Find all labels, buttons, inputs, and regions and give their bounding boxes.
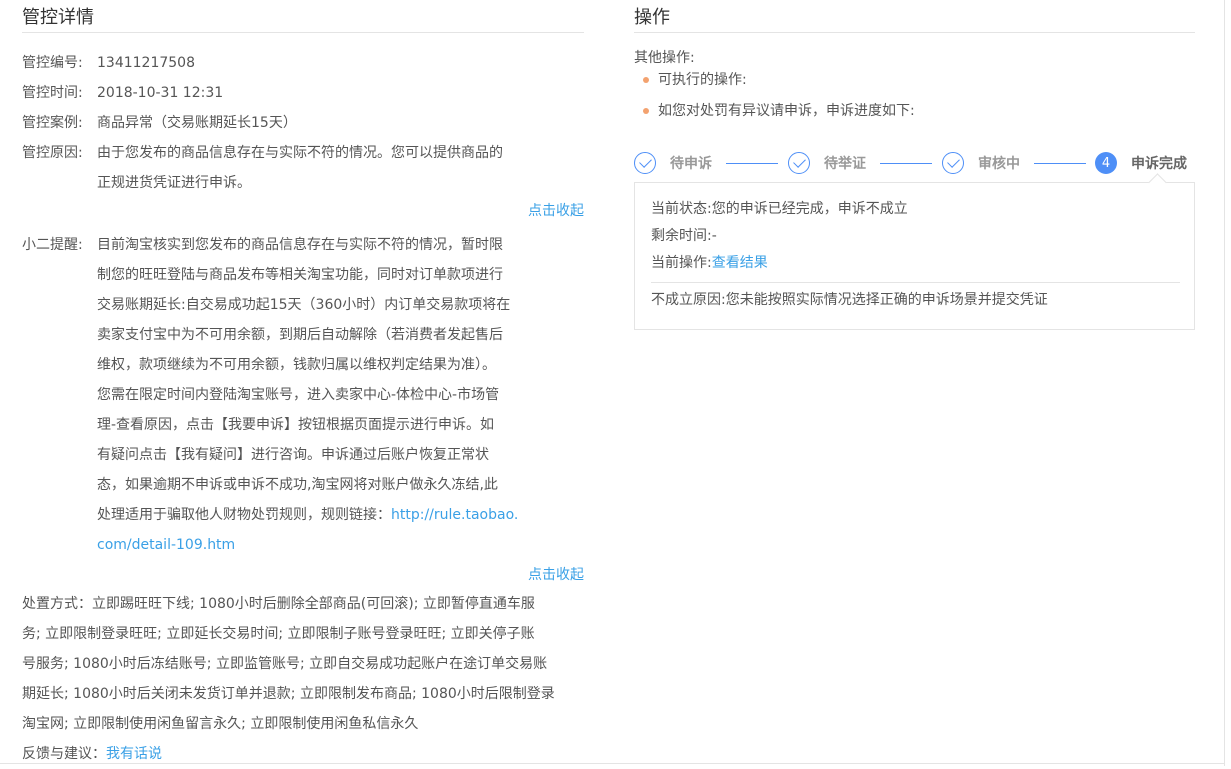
fail-label: 不成立原因: [651, 292, 726, 308]
status-row: 当前状态:您的申诉已经完成，申诉不成立 [635, 183, 1194, 223]
remain-label: 剩余时间: [651, 228, 712, 244]
step-connector [880, 163, 932, 164]
remain-value: - [711, 228, 717, 244]
field-value: 由于您发布的商品信息存在与实际不符的情况。您可以提供商品的 正规进货凭证进行申诉… [97, 138, 584, 198]
tip-line: com/detail-109.htm [97, 530, 584, 560]
bullet-dot-icon [643, 77, 649, 83]
field-value: 目前淘宝核实到您发布的商品信息存在与实际不符的情况，暂时限 制您的旺旺登陆与商品… [97, 230, 584, 560]
field-value: 13411217508 [97, 55, 195, 71]
other-ops-label: 其他操作: [634, 50, 695, 66]
step-pending-evidence: 待举证 [788, 152, 866, 174]
bullet-item: 可执行的操作: [643, 69, 1195, 91]
action-line: 处置方式：立即踢旺旺下线; 1080小时后删除全部商品(可回滚); 立即暂停直通… [22, 596, 535, 612]
tip-line: 目前淘宝核实到您发布的商品信息存在与实际不符的情况，暂时限 [97, 237, 503, 253]
tip-line: 制您的旺旺登陆与商品发布等相关淘宝功能，同时对订单款项进行 [97, 267, 503, 283]
action-line: 务; 立即限制登录旺旺; 立即延长交易时间; 立即限制子账号登录旺旺; 立即关停… [22, 626, 535, 642]
action-line: 淘宝网; 立即限制使用闲鱼留言永久; 立即限制使用闲鱼私信永久 [22, 716, 419, 732]
step-label: 待申诉 [670, 156, 712, 172]
field-label: 管控案例: [22, 115, 83, 131]
check-icon [788, 152, 810, 174]
field-label: 管控时间: [22, 85, 83, 101]
field-value: 商品异常（交易账期延长15天） [97, 115, 297, 131]
tip-line: 态，如果逾期不申诉或申诉不成功,淘宝网将对账户做永久冻结,此 [97, 477, 498, 493]
tip-line: 有疑问点击【我有疑问】进行咨询。申诉通过后账户恢复正常状 [97, 447, 489, 463]
scrollbar-track[interactable] [1224, 0, 1225, 766]
status-value: 您的申诉已经完成，申诉不成立 [711, 201, 908, 217]
field-tip: 小二提醒: 目前淘宝核实到您发布的商品信息存在与实际不符的情况，暂时限 制您的旺… [22, 230, 584, 560]
rule-link[interactable]: http://rule.taobao. [391, 507, 518, 523]
section-title: 操作 [634, 0, 1195, 33]
step-label: 申诉完成 [1131, 156, 1187, 172]
check-icon [942, 152, 964, 174]
collapse-link-2[interactable]: 点击收起 [22, 567, 584, 583]
field-value: 2018-10-31 12:31 [97, 85, 224, 101]
tip-line-text: 处理适用于骗取他人财物处罚规则，规则链接： [97, 507, 391, 523]
feedback-row: 反馈与建议：我有话说 [22, 739, 584, 769]
tip-line: 理-查看原因，点击【我要申诉】按钮根据页面提示进行申诉。如 [97, 417, 495, 433]
section-title: 管控详情 [22, 0, 584, 33]
bullet-text: 如您对处罚有异议请申诉，申诉进度如下: [658, 103, 915, 119]
field-id: 管控编号: 13411217508 [22, 48, 584, 78]
tip-line: 交易账期延长:自交易成功起15天（360小时）内订单交易款项将在 [97, 297, 511, 313]
step-reviewing: 审核中 [942, 152, 1020, 174]
fail-row: 不成立原因:您未能按照实际情况选择正确的申诉场景并提交凭证 [635, 287, 1194, 314]
reason-line: 正规进货凭证进行申诉。 [97, 175, 251, 191]
field-label: 管控编号: [22, 55, 83, 71]
step-label: 待举证 [824, 156, 866, 172]
field-case: 管控案例: 商品异常（交易账期延长15天） [22, 108, 584, 138]
appeal-status-panel: 当前状态:您的申诉已经完成，申诉不成立 剩余时间:- 当前操作:查看结果 不成立… [634, 173, 1195, 330]
step-appeal-complete: 4 申诉完成 [1095, 152, 1187, 174]
appeal-progress: 待申诉 待举证 审核中 4 申诉完成 [634, 152, 1195, 182]
field-label: 小二提醒: [22, 237, 83, 253]
step-connector [726, 163, 778, 164]
remain-row: 剩余时间:- [635, 223, 1194, 250]
step-connector [1034, 163, 1086, 164]
op-row: 当前操作:查看结果 [635, 250, 1194, 277]
bottom-divider [0, 763, 1224, 764]
bullet-item: 如您对处罚有异议请申诉，申诉进度如下: [643, 100, 1195, 122]
feedback-label: 反馈与建议： [22, 746, 106, 762]
action-line: 期延长; 1080小时后关闭未发货订单并退款; 立即限制发布商品; 1080小时… [22, 686, 555, 702]
step-number-icon: 4 [1095, 152, 1117, 174]
bullet-text: 可执行的操作: [658, 72, 747, 88]
rule-link-cont[interactable]: com/detail-109.htm [97, 537, 235, 553]
tip-line: 维权，款项继续为不可用余额，钱款归属以维权判定结果为准）。 [97, 357, 496, 373]
action-text: 处置方式：立即踢旺旺下线; 1080小时后删除全部商品(可回滚); 立即暂停直通… [22, 589, 584, 739]
op-label: 当前操作: [651, 255, 712, 271]
step-label: 审核中 [978, 156, 1020, 172]
step-pending-appeal: 待申诉 [634, 152, 712, 174]
view-result-link[interactable]: 查看结果 [712, 255, 768, 271]
bullet-dot-icon [643, 108, 649, 114]
check-icon [634, 152, 656, 174]
field-label: 管控原因: [22, 145, 83, 161]
operations-section: 操作 其他操作: 可执行的操作: 如您对处罚有异议请申诉，申诉进度如下: 待申诉… [634, 0, 1195, 330]
field-reason: 管控原因: 由于您发布的商品信息存在与实际不符的情况。您可以提供商品的 正规进货… [22, 138, 584, 198]
action-line: 号服务; 1080小时后冻结账号; 立即监管账号; 立即自交易成功起账户在途订单… [22, 656, 548, 672]
collapse-link[interactable]: 点击收起 [22, 203, 584, 219]
status-label: 当前状态: [651, 201, 712, 217]
tip-line: 处理适用于骗取他人财物处罚规则，规则链接：http://rule.taobao. [97, 500, 584, 530]
field-time: 管控时间: 2018-10-31 12:31 [22, 78, 584, 108]
reason-line: 由于您发布的商品信息存在与实际不符的情况。您可以提供商品的 [97, 145, 503, 161]
divider [651, 282, 1180, 283]
feedback-link[interactable]: 我有话说 [106, 746, 162, 762]
control-detail-section: 管控详情 管控编号: 13411217508 管控时间: 2018-10-31 … [22, 0, 584, 769]
tip-line: 卖家支付宝中为不可用余额，到期后自动解除（若消费者发起售后 [97, 327, 503, 343]
fail-value: 您未能按照实际情况选择正确的申诉场景并提交凭证 [725, 292, 1048, 308]
tip-line: 您需在限定时间内登陆淘宝账号，进入卖家中心-体检中心-市场管 [97, 387, 500, 403]
